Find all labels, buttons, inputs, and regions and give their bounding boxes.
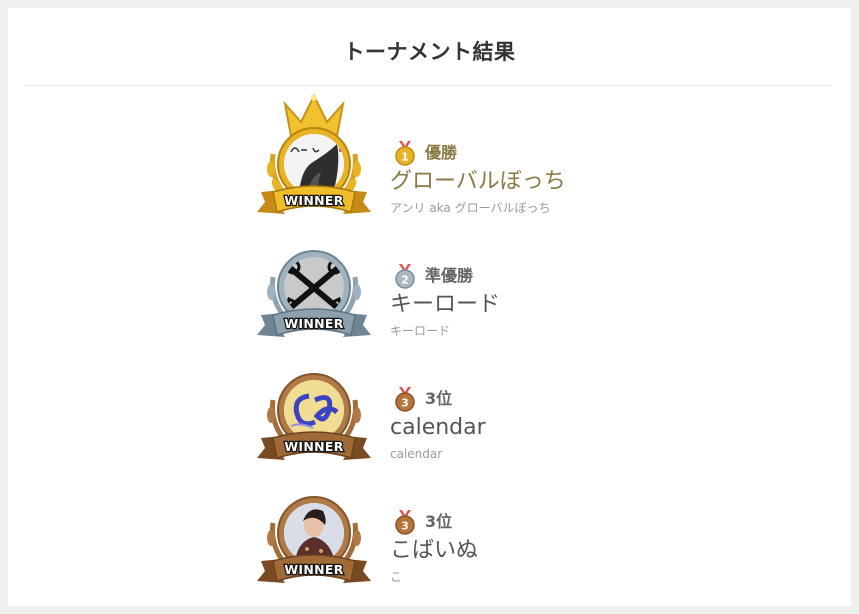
player-name[interactable]: グローバルぼっち xyxy=(390,168,566,196)
result-entry-2[interactable]: WINNER 2 準優勝 キーロード キーロード xyxy=(8,217,851,340)
bronze-medal-icon: 3 xyxy=(395,387,415,412)
player-name[interactable]: calendar xyxy=(390,414,486,442)
divider xyxy=(24,85,832,86)
svg-text:WINNER: WINNER xyxy=(284,439,343,454)
avatar-image xyxy=(284,380,344,440)
winner-badge-silver[interactable]: WINNER xyxy=(251,217,377,343)
svg-text:WINNER: WINNER xyxy=(284,193,343,208)
result-entry-1[interactable]: WINNER 1 優勝 グローバルぼっち アンリ aka グローバルぼっち xyxy=(8,94,851,217)
player-subname: キーロード xyxy=(390,324,451,338)
rank-label: 準優勝 xyxy=(425,266,474,285)
player-name[interactable]: こばいぬ xyxy=(390,537,478,565)
avatar-image xyxy=(284,134,344,194)
svg-text:1: 1 xyxy=(401,151,409,164)
player-subname: アンリ aka グローバルぼっち xyxy=(390,201,551,215)
bronze-medal-icon: 3 xyxy=(395,510,415,535)
player-subname: こ xyxy=(390,570,403,584)
svg-text:3: 3 xyxy=(401,397,409,410)
svg-text:3: 3 xyxy=(401,520,409,533)
avatar-image xyxy=(284,503,344,563)
player-name[interactable]: キーロード xyxy=(390,291,500,319)
svg-text:WINNER: WINNER xyxy=(284,316,343,331)
result-entry-4[interactable]: WINNER 3 3位 こばいぬ こ xyxy=(8,463,851,586)
svg-text:2: 2 xyxy=(401,274,409,287)
rank-label: 優勝 xyxy=(425,143,458,162)
svg-text:WINNER: WINNER xyxy=(284,562,343,577)
results-panel: トーナメント結果 WINNER 1 優勝 グローバルぼっち アンリ aka グロ… xyxy=(8,8,851,606)
winner-badge-gold[interactable]: WINNER xyxy=(251,94,377,220)
player-subname: calendar xyxy=(390,447,443,461)
result-entry-3[interactable]: WINNER 3 3位 calendar calendar xyxy=(8,340,851,463)
rank-label: 3位 xyxy=(425,389,453,408)
silver-medal-icon: 2 xyxy=(395,264,415,289)
winner-badge-bronze[interactable]: WINNER xyxy=(251,463,377,589)
page-title: トーナメント結果 xyxy=(343,40,516,64)
rank-label: 3位 xyxy=(425,512,453,531)
winner-badge-bronze[interactable]: WINNER xyxy=(251,340,377,466)
gold-medal-icon: 1 xyxy=(395,141,415,166)
